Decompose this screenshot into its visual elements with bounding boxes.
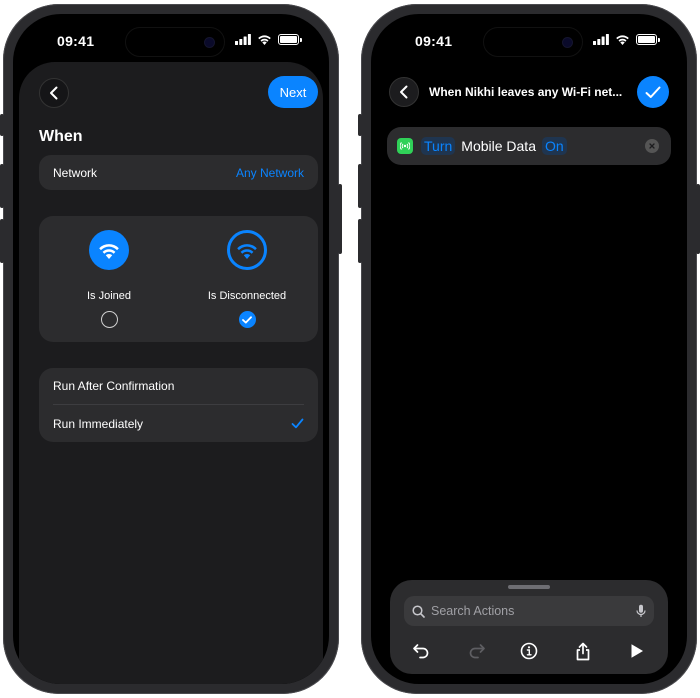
status-icons — [593, 34, 660, 45]
volume-up-button — [0, 164, 4, 208]
action-object: Mobile Data — [461, 138, 536, 154]
status-bar: 09:41 — [371, 14, 687, 64]
editor-toolbar — [390, 636, 668, 666]
undo-icon — [413, 644, 429, 659]
cellular-app-icon — [397, 138, 413, 154]
undo-button[interactable] — [406, 636, 436, 666]
option-label-disconnected: Is Disconnected — [207, 290, 287, 302]
search-placeholder: Search Actions — [431, 604, 515, 618]
run-mode-card: Run After Confirmation Run Immediately — [39, 368, 318, 442]
section-title: When — [39, 128, 83, 145]
action-verb-token[interactable]: Turn — [421, 137, 456, 155]
side-button — [338, 184, 342, 254]
network-row[interactable]: Network Any Network — [39, 155, 318, 190]
action-button — [0, 114, 4, 136]
network-label: Network — [53, 165, 98, 180]
play-icon — [631, 644, 643, 658]
info-icon — [520, 642, 538, 660]
remove-action-icon[interactable] — [645, 139, 659, 153]
chevron-left-icon — [50, 86, 58, 100]
status-time: 09:41 — [57, 33, 95, 49]
sheet-grabber[interactable] — [508, 585, 550, 589]
chevron-left-icon — [400, 85, 408, 99]
wifi-filled-icon — [89, 230, 129, 270]
option-is-disconnected[interactable]: Is Disconnected — [187, 230, 307, 328]
status-time: 09:41 — [415, 33, 453, 49]
redo-icon — [469, 644, 485, 659]
share-button[interactable] — [568, 636, 598, 666]
volume-up-button — [358, 164, 362, 208]
automation-title[interactable]: When Nikhi leaves any Wi-Fi net... — [429, 85, 635, 99]
checkmark-icon — [242, 315, 252, 323]
side-button — [696, 184, 700, 254]
info-button[interactable] — [514, 636, 544, 666]
done-button[interactable] — [637, 76, 669, 108]
action-button — [358, 114, 362, 136]
status-icons — [235, 34, 302, 45]
run-immediately-label: Run Immediately — [53, 416, 144, 431]
search-input[interactable]: Search Actions — [404, 596, 654, 626]
wifi-status-icon — [258, 35, 271, 45]
next-button[interactable]: Next — [268, 76, 318, 108]
volume-down-button — [358, 219, 362, 263]
checkmark-icon — [291, 418, 304, 429]
battery-icon — [636, 34, 660, 45]
cellular-signal-icon — [593, 34, 609, 45]
radio-joined[interactable] — [100, 311, 118, 328]
run-immediately-row[interactable]: Run Immediately — [53, 405, 304, 442]
checkmark-icon — [645, 86, 661, 98]
redo-button[interactable] — [462, 636, 492, 666]
radio-disconnected[interactable] — [238, 311, 256, 328]
search-icon — [412, 604, 425, 618]
share-icon — [576, 642, 590, 660]
network-value[interactable]: Any Network — [236, 166, 304, 180]
cellular-signal-icon — [235, 34, 251, 45]
right-phone-frame: 09:41 When Nikhi leaves any Wi-Fi net...… — [358, 4, 700, 694]
status-bar: 09:41 — [13, 14, 329, 64]
right-screen: 09:41 When Nikhi leaves any Wi-Fi net...… — [371, 14, 687, 684]
wifi-status-icon — [616, 35, 629, 45]
option-is-joined[interactable]: Is Joined — [49, 230, 169, 328]
trigger-sheet: Next When Network Any Network Is Joined — [19, 62, 323, 684]
battery-icon — [278, 34, 302, 45]
action-state-token[interactable]: On — [541, 137, 567, 155]
left-screen: 09:41 Next When Network Any Network Is J… — [13, 14, 329, 684]
volume-down-button — [0, 219, 4, 263]
wifi-state-card: Is Joined Is Disconnected — [39, 216, 318, 342]
action-card[interactable]: Turn Mobile Data On — [387, 127, 671, 165]
dynamic-island — [483, 27, 583, 57]
run-after-confirmation-row[interactable]: Run After Confirmation — [53, 368, 304, 405]
microphone-icon[interactable] — [636, 604, 646, 618]
option-label-joined: Is Joined — [86, 290, 132, 302]
back-button[interactable] — [39, 78, 69, 108]
run-after-confirmation-label: Run After Confirmation — [53, 379, 175, 393]
back-button[interactable] — [389, 77, 419, 107]
wifi-outline-icon — [227, 230, 267, 270]
left-phone-frame: 09:41 Next When Network Any Network Is J… — [0, 4, 342, 694]
dynamic-island — [125, 27, 225, 57]
run-button[interactable] — [622, 636, 652, 666]
action-search-panel: Search Actions — [390, 580, 668, 674]
